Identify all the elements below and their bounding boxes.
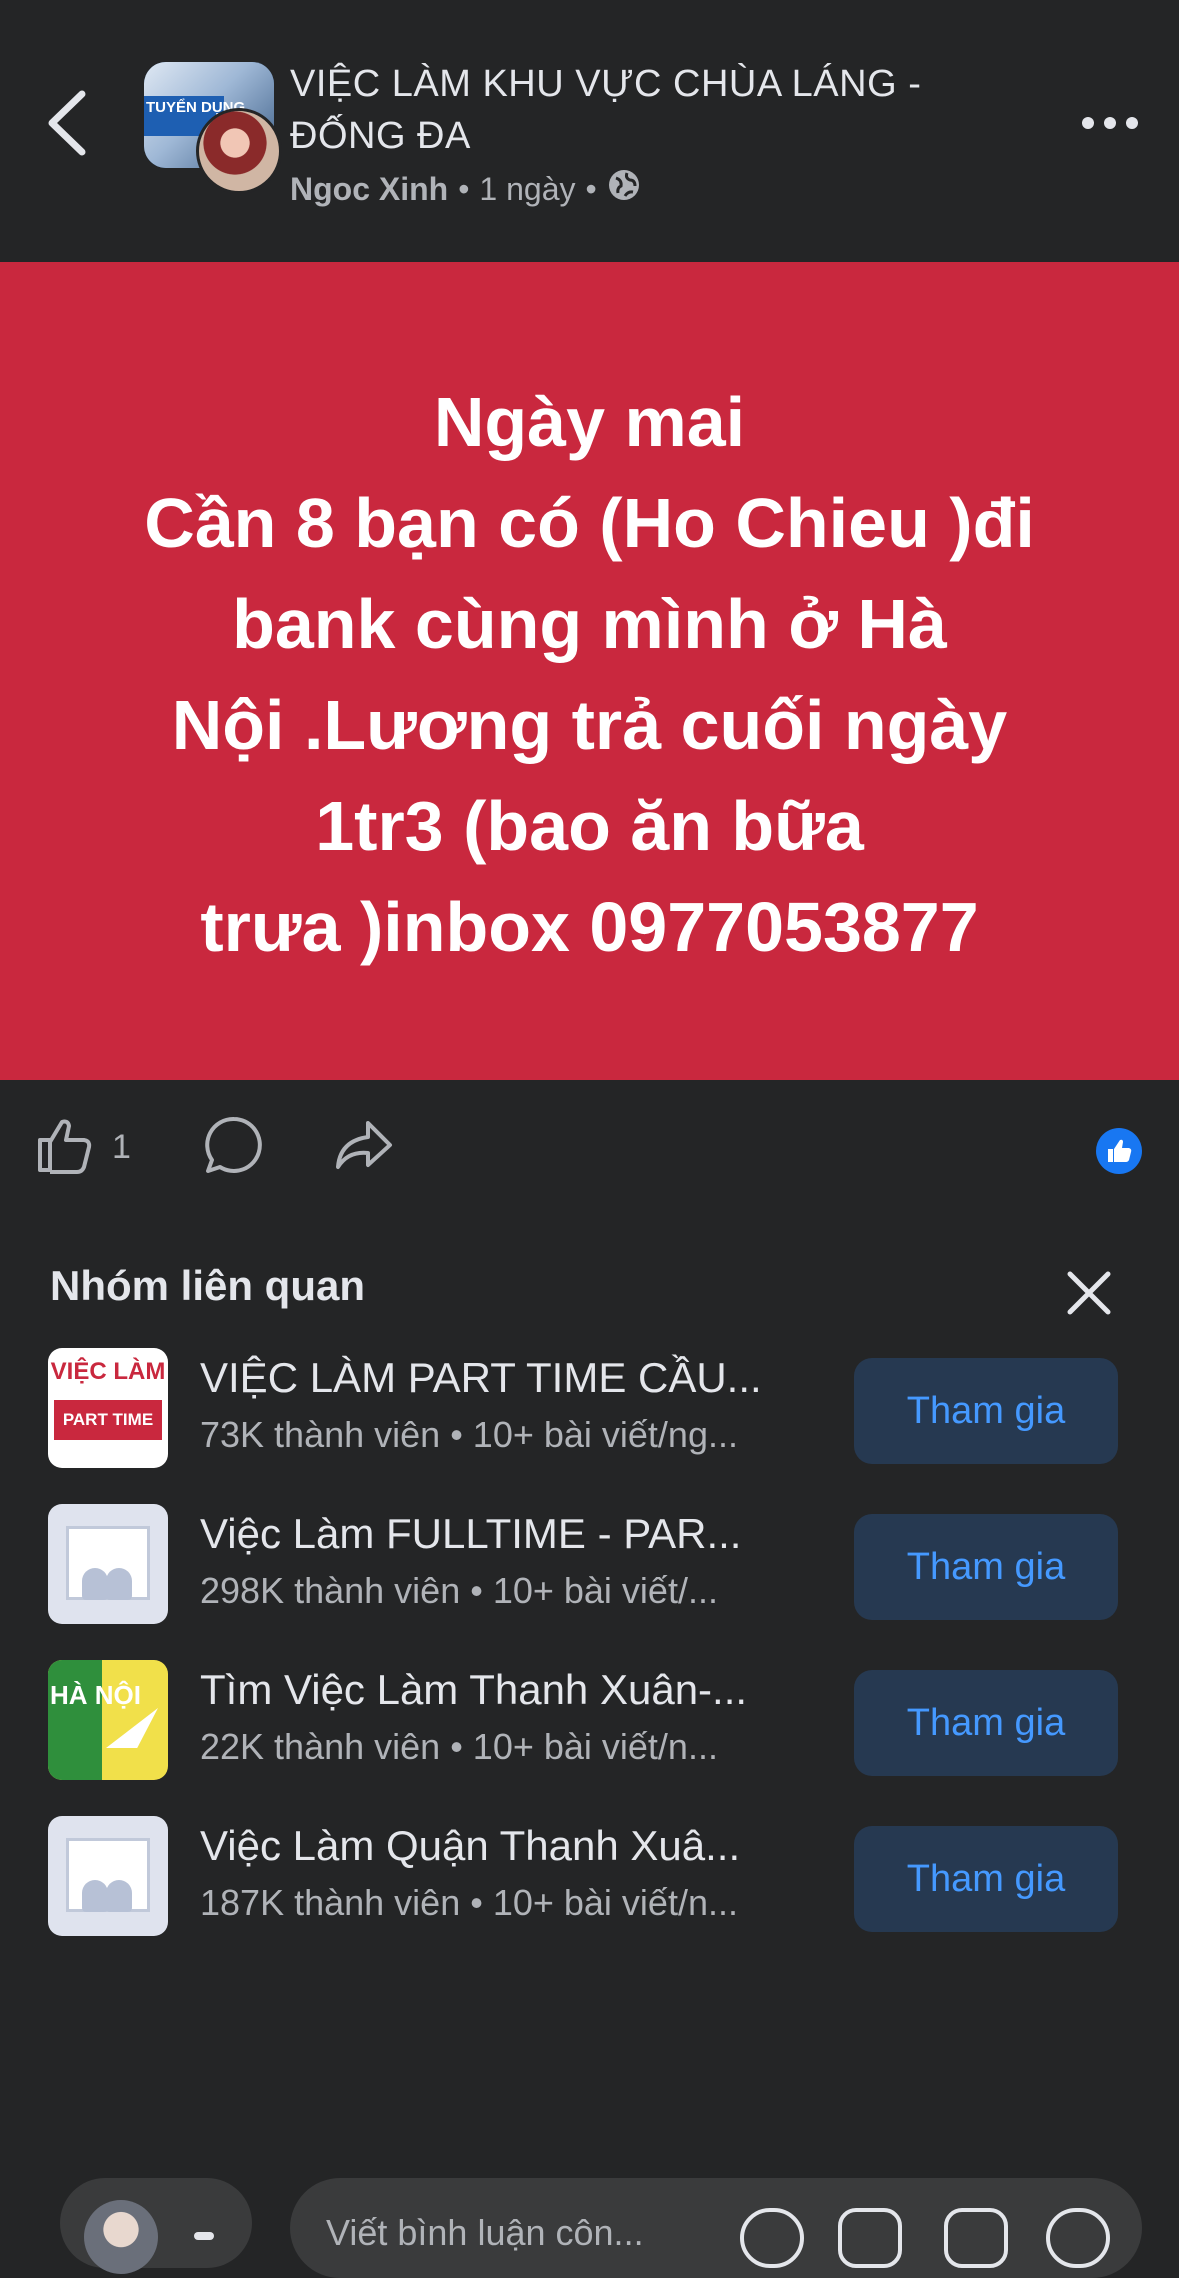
emoji-icon[interactable] [740, 2208, 804, 2268]
placeholder-person [106, 1568, 132, 1600]
join-button[interactable]: Tham gia [854, 1358, 1118, 1464]
author-name[interactable]: Ngoc Xinh [290, 171, 448, 208]
like-button[interactable]: 1 [34, 1115, 131, 1179]
related-group-row[interactable]: HÀ NỘI Tìm Việc Làm Thanh Xuân-... 22K t… [0, 1660, 1179, 1780]
commenter-avatar[interactable] [84, 2200, 158, 2274]
group-placeholder-icon[interactable] [48, 1816, 168, 1936]
globe-icon [607, 168, 641, 210]
group-meta: 73K thành viên • 10+ bài viết/ng... [200, 1414, 738, 1455]
group-meta: 298K thành viên • 10+ bài viết/... [200, 1570, 718, 1611]
share-button[interactable] [332, 1115, 396, 1179]
join-button[interactable]: Tham gia [854, 1514, 1118, 1620]
camera-icon[interactable] [838, 2208, 902, 2268]
smiley-icon[interactable] [1046, 2208, 1110, 2268]
meta-separator: • [458, 170, 470, 207]
related-group-row[interactable]: Việc Làm Quận Thanh Xuâ... 187K thành vi… [0, 1816, 1179, 1936]
thumbnail-text: HÀ NỘI [50, 1680, 141, 1710]
meta-separator: • [585, 170, 597, 207]
comment-button[interactable] [202, 1115, 266, 1179]
group-name[interactable]: Việc Làm FULLTIME - PAR... [200, 1510, 810, 1558]
post-meta: Ngoc Xinh • 1 ngày • [290, 168, 641, 210]
gif-icon[interactable] [944, 2208, 1008, 2268]
comment-placeholder: Viết bình luận côn... [326, 2212, 644, 2253]
comment-icon [202, 1113, 266, 1182]
thumbnail-band-text: PART TIME [54, 1400, 162, 1440]
placeholder-person [106, 1880, 132, 1912]
group-placeholder-icon[interactable] [48, 1504, 168, 1624]
post-time[interactable]: 1 ngày [479, 171, 575, 208]
close-icon[interactable] [1064, 1268, 1114, 1318]
chevron-down-icon[interactable] [194, 2232, 214, 2240]
post-text-background: Ngày mai Cần 8 bạn có (Ho Chieu )đi bank… [0, 262, 1179, 1080]
thumbnail-green-panel [48, 1660, 102, 1780]
thumbnail-top-text: VIỆC LÀM [50, 1358, 166, 1385]
share-icon [332, 1113, 396, 1182]
group-title[interactable]: VIỆC LÀM KHU VỰC CHÙA LÁNG - ĐỐNG ĐA [290, 58, 970, 162]
post-text: Ngày mai Cần 8 bạn có (Ho Chieu )đi bank… [144, 383, 1035, 966]
related-group-row[interactable]: VIỆC LÀM PART TIME VIỆC LÀM PART TIME CẦ… [0, 1348, 1179, 1468]
join-button[interactable]: Tham gia [854, 1670, 1118, 1776]
more-icon[interactable] [1080, 108, 1140, 138]
like-count: 1 [112, 1127, 131, 1166]
related-groups-title: Nhóm liên quan [50, 1262, 365, 1309]
group-name[interactable]: Tìm Việc Làm Thanh Xuân-... [200, 1666, 810, 1714]
placeholder-person [82, 1568, 108, 1600]
back-arrow-icon[interactable] [40, 88, 100, 158]
placeholder-person [82, 1880, 108, 1912]
paper-plane-icon [106, 1708, 158, 1748]
like-reaction-icon[interactable] [1096, 1128, 1142, 1174]
author-avatar[interactable] [196, 108, 282, 194]
group-name[interactable]: VIỆC LÀM PART TIME CẦU... [200, 1354, 810, 1402]
like-icon [34, 1114, 96, 1181]
group-meta: 187K thành viên • 10+ bài viết/n... [200, 1882, 738, 1923]
group-name[interactable]: Việc Làm Quận Thanh Xuâ... [200, 1822, 810, 1870]
join-button[interactable]: Tham gia [854, 1826, 1118, 1932]
related-group-row[interactable]: Việc Làm FULLTIME - PAR... 298K thành vi… [0, 1504, 1179, 1624]
group-thumbnail[interactable]: VIỆC LÀM PART TIME [48, 1348, 168, 1468]
group-thumbnail[interactable]: HÀ NỘI [48, 1660, 168, 1780]
group-meta: 22K thành viên • 10+ bài viết/n... [200, 1726, 718, 1767]
